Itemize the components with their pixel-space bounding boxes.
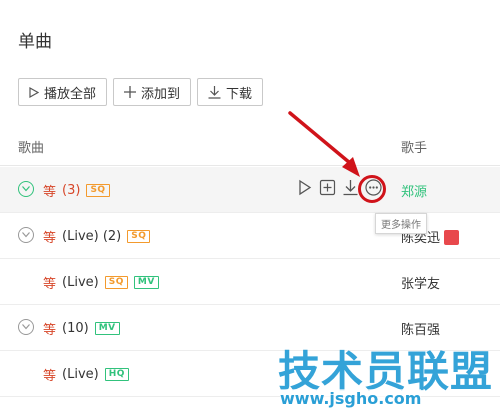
- tooltip: 更多操作: [375, 213, 427, 234]
- artist-name[interactable]: 郑源: [401, 181, 427, 200]
- action-toolbar: 播放全部 添加到 下载: [18, 78, 264, 106]
- song-name[interactable]: 等: [43, 181, 56, 200]
- download-label: 下载: [226, 86, 253, 102]
- search-results-page: 单曲 播放全部 添加到 下载 歌曲 歌手 等 (3) SQ 郑源 等 (Live…: [0, 0, 500, 410]
- song-info: 等 (3) SQ: [43, 181, 110, 200]
- song-name[interactable]: 等: [43, 319, 56, 338]
- column-header-artist[interactable]: 歌手: [401, 137, 427, 156]
- artist-name[interactable]: 张学友: [401, 273, 440, 292]
- vip-tag-icon: [444, 230, 460, 245]
- play-all-button[interactable]: 播放全部: [18, 78, 108, 106]
- add-to-button[interactable]: 添加到: [113, 78, 192, 106]
- song-info: 等 (Live) SQ MV: [43, 273, 159, 292]
- song-info: 等 (Live) (2) SQ: [43, 227, 151, 246]
- sq-badge: SQ: [104, 276, 128, 289]
- add-to-label: 添加到: [141, 86, 181, 102]
- download-icon: [208, 85, 221, 99]
- column-header-song[interactable]: 歌曲: [18, 137, 44, 156]
- watermark-url: www.jsgho.com: [280, 389, 422, 408]
- table-header: 歌曲 歌手: [0, 124, 500, 166]
- table-row[interactable]: 等 (3) SQ 郑源: [0, 167, 500, 213]
- play-all-label: 播放全部: [44, 86, 97, 102]
- sq-badge: SQ: [127, 230, 151, 243]
- artist-name[interactable]: 陈百强: [401, 319, 440, 338]
- plus-icon: [124, 86, 137, 98]
- song-name[interactable]: 等: [43, 227, 56, 246]
- song-version: (Live) (2): [62, 229, 122, 244]
- song-info: 等 (Live) HQ: [43, 365, 129, 384]
- hq-badge: HQ: [104, 368, 129, 381]
- sq-badge: SQ: [86, 184, 110, 197]
- annotation-arrow: [288, 111, 360, 177]
- mv-badge[interactable]: MV: [94, 322, 120, 335]
- table-row[interactable]: 等 (Live) SQ MV 张学友: [0, 259, 500, 305]
- song-version: (Live): [62, 367, 99, 382]
- mv-badge[interactable]: MV: [133, 276, 159, 289]
- song-name[interactable]: 等: [43, 273, 56, 292]
- annotation-highlight-circle: [358, 175, 386, 203]
- section-title: 单曲: [18, 32, 52, 52]
- watermark-logo: 技术员联盟 www.jsgho.com: [278, 338, 500, 410]
- song-version: (3): [62, 183, 81, 198]
- play-icon: [29, 86, 39, 98]
- expand-icon[interactable]: [18, 181, 34, 197]
- song-info: 等 (10) MV: [43, 319, 120, 338]
- song-version: (Live): [62, 275, 99, 290]
- song-version: (10): [62, 321, 89, 336]
- expand-icon[interactable]: [18, 227, 34, 243]
- download-button[interactable]: 下载: [197, 78, 264, 106]
- song-name[interactable]: 等: [43, 365, 56, 384]
- expand-icon[interactable]: [18, 319, 34, 335]
